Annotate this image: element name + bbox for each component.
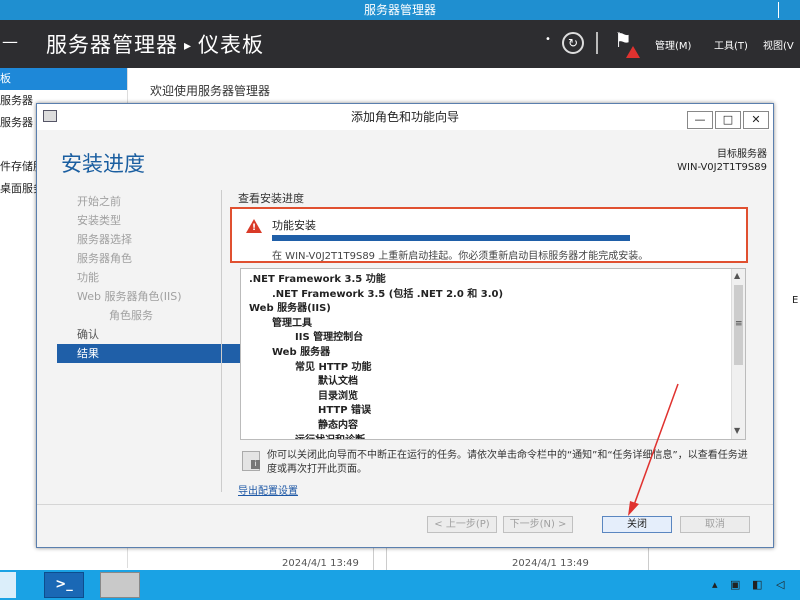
menu-view[interactable]: 视图(V (763, 37, 794, 52)
dropdown-icon[interactable]: • (545, 34, 551, 45)
previous-button[interactable]: < 上一步(P) (427, 516, 497, 533)
step-results[interactable]: 结果 (57, 344, 241, 363)
feature-list-item: Web 服务器(IIS) (249, 303, 331, 315)
server-manager-header: — 服务器管理器 ▸ 仪表板 • ↻ ⚑ 管理(M) 工具(T) 视图(V (0, 20, 800, 68)
page-title: 安装进度 (61, 152, 145, 176)
dashboard-tiles: 2024/4/1 13:49 2024/4/1 13:49 (128, 548, 800, 570)
feature-list-item: 管理工具 (272, 317, 312, 329)
tile-divider (648, 548, 649, 570)
step-server-selection: 服务器选择 (77, 233, 132, 246)
view-progress-label: 查看安装进度 (238, 192, 304, 205)
notification-warning-icon (626, 46, 640, 58)
installed-features-list[interactable]: .NET Framework 3.5 功能 .NET Framework 3.5 … (240, 268, 746, 440)
minimize-button[interactable]: — (687, 111, 713, 129)
feature-install-status: ! 功能安装 在 WIN-V0J2T1T9S89 上重新启动挂起。你必须重新启动… (230, 207, 748, 263)
file-explorer-icon[interactable] (100, 572, 140, 598)
info-icon: i (242, 451, 260, 471)
header-divider (596, 32, 598, 54)
breadcrumb-page: 仪表板 (198, 33, 265, 57)
wizard-app-icon (43, 110, 57, 122)
back-arrow-icon[interactable]: — (2, 32, 18, 51)
feature-list-item: 默认文档 (318, 376, 358, 388)
step-before-you-begin: 开始之前 (77, 195, 121, 208)
feature-list-item: 常见 HTTP 功能 (295, 361, 372, 373)
feature-list-item: .NET Framework 3.5 (包括 .NET 2.0 和 3.0) (272, 288, 504, 300)
list-scrollbar[interactable]: ▲ ≡ ▼ (731, 269, 745, 439)
step-features: 功能 (77, 271, 99, 284)
feature-list-item: IIS 管理控制台 (295, 332, 364, 344)
breadcrumb-app[interactable]: 服务器管理器 (46, 33, 178, 57)
feature-list-item: 目录浏览 (318, 390, 358, 402)
window-close-button[interactable] (778, 2, 794, 18)
wizard-steps: 开始之前 安装类型 服务器选择 服务器角色 功能 Web 服务器角色(IIS) … (57, 192, 241, 363)
wizard-titlebar: 添加角色和功能向导 — □ ✕ (37, 104, 773, 130)
tile-timestamp: 2024/4/1 13:49 (512, 558, 589, 569)
feature-list-item: HTTP 错误 (318, 405, 372, 417)
wizard-title: 添加角色和功能向导 (350, 110, 459, 124)
step-installation-type: 安装类型 (77, 214, 121, 227)
step-web-server-role: Web 服务器角色(IIS) (77, 290, 182, 303)
steps-divider (221, 190, 222, 492)
feature-list-item: 运行状况和诊断 (249, 434, 503, 439)
server-manager-titlebar: 服务器管理器 (0, 0, 800, 20)
install-progress-fill (272, 235, 630, 241)
install-progress-bar (272, 235, 630, 241)
step-role-services: 角色服务 (109, 309, 153, 322)
cancel-button[interactable]: 取消 (680, 516, 750, 533)
breadcrumb: 服务器管理器 ▸ 仪表板 (46, 29, 264, 59)
menu-manage[interactable]: 管理(M) (655, 37, 691, 52)
refresh-icon[interactable]: ↻ (562, 32, 584, 54)
tray-up-arrow-icon[interactable]: ▴ (712, 578, 718, 591)
start-button[interactable] (0, 572, 16, 598)
scroll-grip-icon: ≡ (735, 319, 743, 329)
scroll-down-icon[interactable]: ▼ (734, 426, 740, 435)
destination-server: 目标服务器 WIN-V0J2T1T9S89 (677, 148, 767, 174)
welcome-heading: 欢迎使用服务器管理器 (150, 84, 271, 98)
destination-label: 目标服务器 (717, 149, 767, 160)
feature-list-item: .NET Framework 3.5 功能 (249, 274, 386, 285)
feature-list-item: 静态内容 (318, 419, 358, 431)
feature-install-title: 功能安装 (272, 219, 316, 232)
tile-timestamp: 2024/4/1 13:49 (282, 558, 359, 569)
menu-tools[interactable]: 工具(T) (714, 37, 748, 52)
footer-divider (37, 504, 773, 505)
add-roles-wizard: 添加角色和功能向导 — □ ✕ 安装进度 目标服务器 WIN-V0J2T1T9S89… (36, 103, 774, 548)
maximize-button[interactable]: □ (715, 111, 741, 129)
taskbar: >_ ▴ ▣ ◧ ◁ (0, 570, 800, 600)
feature-list-item: Web 服务器 (272, 346, 331, 358)
warning-exclamation: ! (252, 223, 257, 233)
window-title: 服务器管理器 (363, 3, 436, 17)
right-edge-text: E (792, 295, 799, 306)
export-settings-link[interactable]: 导出配置设置 (238, 482, 298, 497)
scroll-up-icon[interactable]: ▲ (734, 271, 740, 280)
tile-divider (373, 548, 374, 570)
feature-rows: .NET Framework 3.5 功能 .NET Framework 3.5 … (249, 273, 504, 439)
tray-speaker-icon[interactable]: ◁ (776, 578, 784, 591)
step-server-roles: 服务器角色 (77, 252, 132, 265)
info-message: 你可以关闭此向导而不中断正在运行的任务。请依次单击命令栏中的“通知”和“任务详细… (267, 450, 748, 475)
tile-divider (386, 548, 387, 570)
powershell-icon[interactable]: >_ (44, 572, 84, 598)
tray-network-icon[interactable]: ▣ (730, 578, 740, 591)
breadcrumb-separator-icon: ▸ (184, 38, 193, 54)
next-button[interactable]: 下一步(N) > (503, 516, 573, 533)
sidebar-item-dashboard[interactable]: 板 (0, 68, 127, 90)
close-window-button[interactable]: ✕ (743, 111, 769, 129)
restart-pending-message: 在 WIN-V0J2T1T9S89 上重新启动挂起。你必须重新启动目标服务器才能… (272, 251, 649, 262)
close-button[interactable]: 关闭 (602, 516, 672, 533)
destination-name: WIN-V0J2T1T9S89 (677, 162, 767, 173)
step-confirmation[interactable]: 确认 (57, 325, 241, 344)
tray-volume-icon[interactable]: ◧ (752, 578, 762, 591)
